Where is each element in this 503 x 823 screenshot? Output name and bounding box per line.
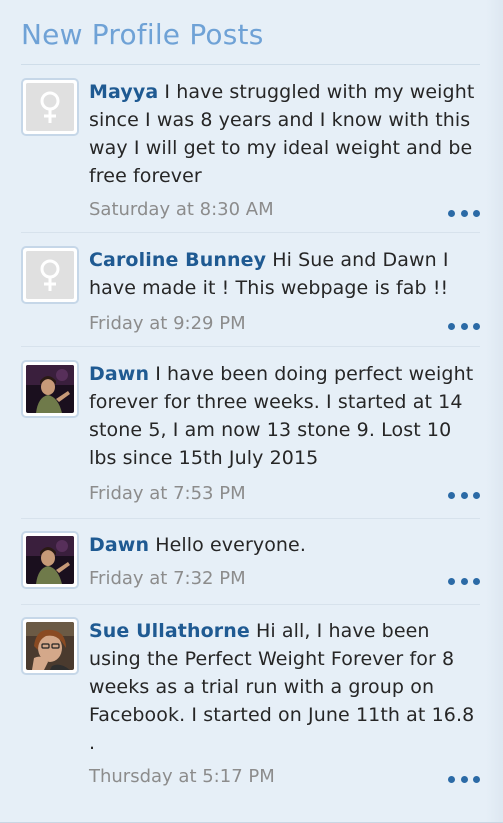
- post-divider: [21, 604, 480, 605]
- dot-icon: [448, 775, 455, 783]
- profile-post: Dawn I have been doing perfect weight fo…: [21, 360, 480, 510]
- post-author-link[interactable]: Sue Ullathorne: [89, 620, 250, 642]
- profile-post: Caroline Bunney Hi Sue and Dawn I have m…: [21, 246, 480, 336]
- dot-icon: [448, 491, 455, 499]
- post-content: Dawn I have been doing perfect weight fo…: [89, 360, 479, 472]
- dot-icon: [473, 491, 480, 499]
- profile-post: Mayya I have struggled with my weight si…: [21, 78, 480, 228]
- avatar[interactable]: [21, 617, 79, 675]
- photo-avatar-dawn-icon: [26, 536, 74, 584]
- post-content: Dawn Hello everyone.: [89, 531, 479, 559]
- dot-icon: [460, 491, 468, 499]
- photo-avatar-sue-icon: [26, 622, 74, 670]
- post-author-link[interactable]: Caroline Bunney: [89, 249, 266, 271]
- new-profile-posts-widget: New Profile Posts Mayya I have struggled…: [0, 0, 503, 823]
- post-timestamp[interactable]: Thursday at 5:17 PM: [89, 766, 275, 787]
- post-timestamp[interactable]: Friday at 7:32 PM: [89, 568, 246, 589]
- dot-icon: [460, 209, 468, 217]
- post-message: Hello everyone.: [149, 534, 306, 556]
- default-female-avatar-icon: [26, 83, 74, 131]
- post-content: Mayya I have struggled with my weight si…: [89, 78, 479, 190]
- title-divider: [21, 64, 480, 65]
- post-divider: [21, 346, 480, 347]
- default-female-avatar-icon: [26, 251, 74, 299]
- post-content: Caroline Bunney Hi Sue and Dawn I have m…: [89, 246, 479, 302]
- post-timestamp[interactable]: Friday at 9:29 PM: [89, 313, 246, 334]
- dot-icon: [460, 775, 468, 783]
- dot-icon: [460, 577, 468, 585]
- post-author-link[interactable]: Dawn: [89, 534, 149, 556]
- widget-title[interactable]: New Profile Posts: [21, 18, 264, 51]
- dot-icon: [473, 209, 480, 217]
- profile-post: Sue Ullathorne Hi all, I have been using…: [21, 617, 480, 797]
- post-content: Sue Ullathorne Hi all, I have been using…: [89, 617, 479, 757]
- avatar[interactable]: [21, 531, 79, 589]
- photo-avatar-dawn-icon: [26, 365, 74, 413]
- post-divider: [21, 518, 480, 519]
- more-options-button[interactable]: [448, 321, 480, 331]
- avatar[interactable]: [21, 360, 79, 418]
- dot-icon: [473, 577, 480, 585]
- post-author-link[interactable]: Mayya: [89, 81, 158, 103]
- avatar[interactable]: [21, 246, 79, 304]
- more-options-button[interactable]: [448, 490, 480, 500]
- dot-icon: [473, 322, 480, 330]
- avatar[interactable]: [21, 78, 79, 136]
- more-options-button[interactable]: [448, 576, 480, 586]
- dot-icon: [448, 209, 455, 217]
- more-options-button[interactable]: [448, 208, 480, 218]
- post-divider: [21, 232, 480, 233]
- dot-icon: [473, 775, 480, 783]
- post-timestamp[interactable]: Friday at 7:53 PM: [89, 483, 246, 504]
- post-timestamp[interactable]: Saturday at 8:30 AM: [89, 199, 274, 220]
- more-options-button[interactable]: [448, 774, 480, 784]
- dot-icon: [448, 322, 455, 330]
- dot-icon: [448, 577, 455, 585]
- profile-post: Dawn Hello everyone. Friday at 7:32 PM: [21, 531, 480, 596]
- dot-icon: [460, 322, 468, 330]
- post-author-link[interactable]: Dawn: [89, 363, 149, 385]
